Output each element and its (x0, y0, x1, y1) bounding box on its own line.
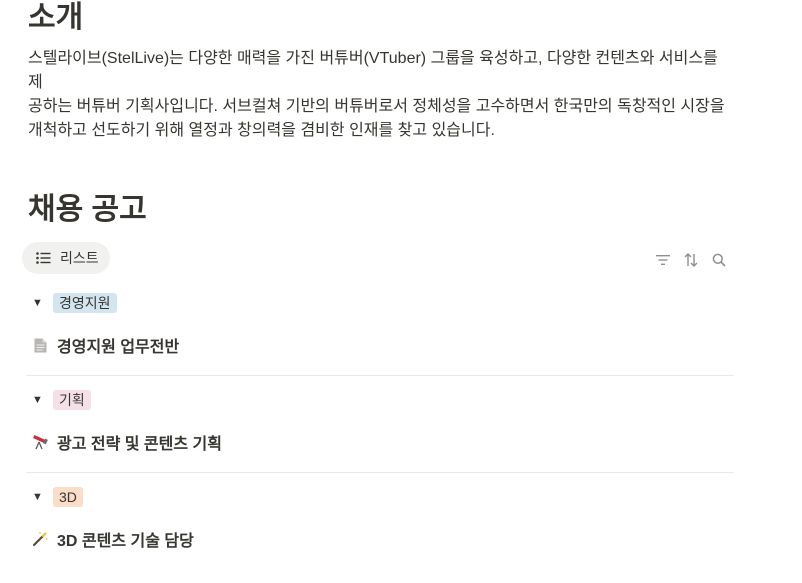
database-toolbar (655, 252, 727, 268)
magic-wand-icon (32, 531, 48, 547)
intro-heading: 소개 (28, 1, 84, 34)
search-icon[interactable] (711, 252, 727, 268)
list-item-title: 광고 전략 및 콘텐츠 기획 (57, 436, 222, 453)
triangle-down-icon[interactable]: ▼ (32, 297, 50, 309)
list-icon (36, 252, 51, 264)
view-tab-list[interactable]: 리스트 (22, 242, 110, 274)
list-item-title: 경영지원 업무전반 (57, 339, 180, 356)
page-icon (32, 337, 48, 353)
intro-line: 공하는 버튜버 기획사입니다. 서브컬쳐 기반의 버튜버로서 정체성을 고수하면… (28, 98, 725, 115)
list-item[interactable]: 경영지원 업무전반 (32, 334, 734, 356)
divider (26, 375, 734, 376)
group-header[interactable]: ▼ 기획 (28, 389, 734, 411)
triangle-down-icon[interactable]: ▼ (32, 394, 50, 406)
intro-line: 스텔라이브(StelLive)는 다양한 매력을 가진 버튜버(VTuber) … (28, 50, 718, 91)
list-item-title: 3D 콘텐츠 기술 담당 (57, 533, 194, 550)
filter-icon[interactable] (655, 252, 671, 268)
jobs-heading: 채용 공고 (28, 193, 147, 226)
group-header[interactable]: ▼ 경영지원 (28, 292, 734, 314)
telescope-icon (32, 434, 48, 450)
list-item[interactable]: 광고 전략 및 콘텐츠 기획 (32, 431, 734, 453)
intro-paragraph: 스텔라이브(StelLive)는 다양한 매력을 가진 버튜버(VTuber) … (28, 47, 728, 143)
triangle-down-icon[interactable]: ▼ (32, 491, 50, 503)
sort-icon[interactable] (683, 252, 699, 268)
group-header[interactable]: ▼ 3D (28, 486, 734, 508)
list-item[interactable]: 3D 콘텐츠 기술 담당 (32, 528, 734, 550)
group-tag: 3D (53, 487, 83, 507)
group-tag: 경영지원 (53, 293, 117, 313)
intro-line: 개척하고 선도하기 위해 열정과 창의력을 겸비한 인재를 찾고 있습니다. (28, 122, 495, 139)
divider (26, 472, 734, 473)
view-tab-label: 리스트 (60, 250, 99, 266)
group-planning: ▼ 기획 광고 전략 및 콘텐츠 기획 (28, 389, 734, 453)
group-management-support: ▼ 경영지원 경영지원 업무전반 (28, 292, 734, 356)
group-tag: 기획 (53, 390, 91, 410)
group-3d: ▼ 3D 3D 콘텐츠 기술 담당 (28, 486, 734, 550)
